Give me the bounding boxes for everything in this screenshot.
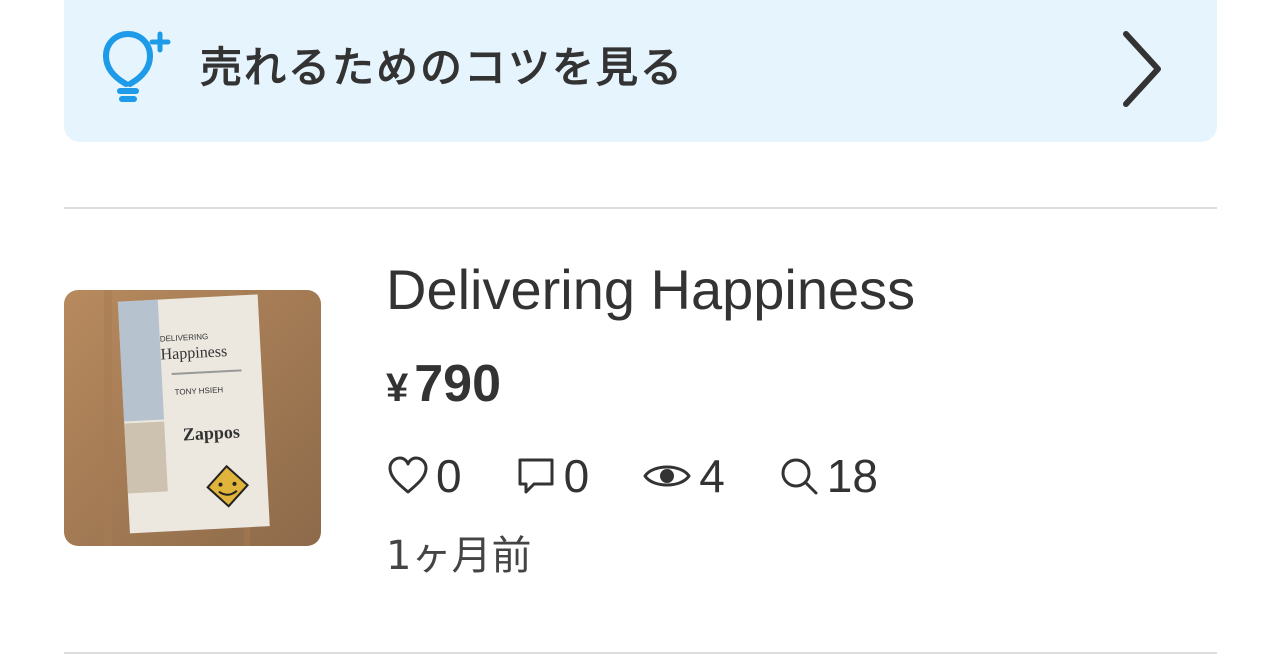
heart-icon (388, 456, 428, 494)
search-icon (781, 458, 818, 495)
divider (64, 652, 1217, 654)
comment-icon (518, 458, 554, 494)
listing-time-ago: 1ヶ月前 (386, 533, 532, 579)
listing-stats: 0 0 4 18 (386, 448, 930, 504)
comments-count: 0 (563, 450, 590, 502)
searches-count: 18 (826, 450, 878, 502)
tips-banner-label: 売れるためのコツを見る (200, 43, 685, 92)
book-photo: DELIVERING Happiness TONY HSIEH Zappos (64, 290, 321, 546)
likes-stat: 0 (386, 448, 462, 504)
svg-text:Zappos: Zappos (182, 422, 240, 445)
listing-item[interactable]: DELIVERING Happiness TONY HSIEH Zappos D… (0, 210, 1280, 650)
searches-stat: 18 (777, 448, 878, 504)
currency-symbol: ¥ (386, 366, 409, 410)
price-value: 790 (414, 355, 502, 413)
views-stat: 4 (641, 448, 725, 504)
chevron-right-icon[interactable] (1118, 28, 1166, 110)
views-count: 4 (699, 450, 725, 502)
listing-price: ¥790 (386, 352, 501, 420)
likes-count: 0 (436, 450, 462, 502)
divider (64, 207, 1217, 209)
listing-title[interactable]: Delivering Happiness (386, 258, 915, 322)
svg-text:Happiness: Happiness (160, 343, 227, 363)
listing-thumbnail[interactable]: DELIVERING Happiness TONY HSIEH Zappos (64, 290, 321, 546)
eye-icon (643, 465, 691, 487)
comments-stat: 0 (514, 448, 590, 504)
lightbulb-plus-icon (102, 30, 171, 102)
